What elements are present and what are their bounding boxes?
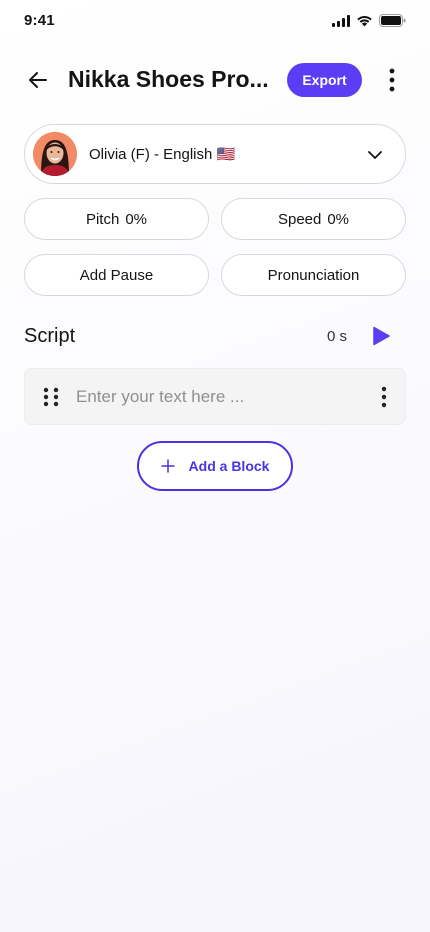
more-vertical-icon[interactable] <box>379 386 389 408</box>
text-block <box>24 368 406 425</box>
script-title: Script <box>24 325 76 347</box>
voice-selector[interactable]: Olivia (F) - English 🇺🇸 <box>24 124 406 184</box>
drag-handle-icon[interactable] <box>43 387 59 407</box>
avatar <box>33 132 77 176</box>
cellular-signal-icon <box>332 14 350 27</box>
pitch-value: 0% <box>125 210 148 228</box>
pronunciation-label: Pronunciation <box>267 266 360 284</box>
speed-label: Speed <box>277 210 322 228</box>
more-vertical-icon <box>389 68 395 92</box>
add-block-button[interactable]: Add a Block <box>137 441 293 491</box>
plus-icon <box>160 459 175 473</box>
add-pause-button[interactable]: Add Pause <box>24 254 209 296</box>
chevron-down-icon <box>368 151 382 159</box>
pitch-label: Pitch <box>85 210 120 228</box>
battery-icon <box>379 14 406 27</box>
add-block-label: Add a Block <box>188 458 270 474</box>
script-text-input[interactable] <box>76 383 366 411</box>
status-time: 9:41 <box>24 12 55 29</box>
status-bar: 9:41 <box>0 0 430 44</box>
arrow-left-icon <box>29 72 47 88</box>
page-title: Nikka Shoes Pro... <box>68 66 269 92</box>
header-more-button[interactable] <box>378 64 406 96</box>
pitch-button[interactable]: Pitch 0% <box>24 198 209 240</box>
voice-label: Olivia (F) - English 🇺🇸 <box>89 146 236 163</box>
back-button[interactable] <box>24 66 52 94</box>
speed-button[interactable]: Speed 0% <box>221 198 406 240</box>
export-button[interactable]: Export <box>287 63 362 97</box>
header: Nikka Shoes Pro... Export <box>0 60 430 100</box>
play-icon[interactable] <box>370 325 392 347</box>
add-pause-label: Add Pause <box>79 266 154 284</box>
wifi-icon <box>357 15 372 26</box>
script-duration: 0 s <box>327 328 348 345</box>
pronunciation-button[interactable]: Pronunciation <box>221 254 406 296</box>
speed-value: 0% <box>327 210 350 228</box>
status-icons <box>332 14 406 27</box>
